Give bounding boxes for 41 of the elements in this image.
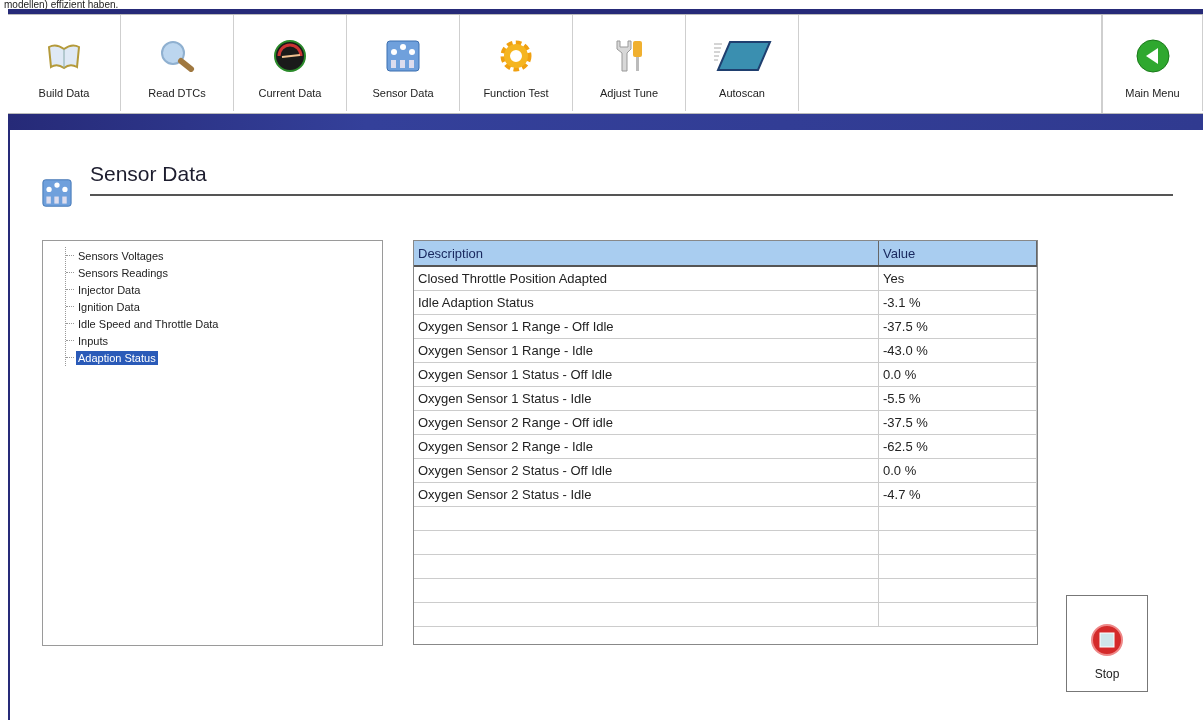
table-cell: 0.0 % — [878, 458, 1037, 482]
tree-item[interactable]: Inputs — [76, 333, 110, 348]
table-cell: Yes — [878, 266, 1037, 290]
table-cell: Oxygen Sensor 1 Range - Off Idle — [414, 314, 879, 338]
column-header: Description — [414, 241, 879, 266]
sensor-panel-icon — [386, 40, 420, 72]
table-cell: -3.1 % — [878, 290, 1037, 314]
caption-text: modellen) effizient haben. — [3, 0, 120, 9]
table-cell: Oxygen Sensor 2 Status - Off Idle — [414, 458, 879, 482]
tree-item[interactable]: Injector Data — [76, 282, 143, 297]
table-cell: 0.0 % — [878, 362, 1037, 386]
table-cell: -37.5 % — [878, 410, 1037, 434]
stop-icon — [1090, 623, 1124, 657]
table-cell: -62.5 % — [878, 434, 1037, 458]
table-cell: Oxygen Sensor 2 Range - Off idle — [414, 410, 879, 434]
table-cell: Oxygen Sensor 1 Range - Idle — [414, 338, 879, 362]
tree-item[interactable]: Sensors Readings — [76, 265, 170, 280]
tree-item[interactable]: Ignition Data — [76, 299, 142, 314]
tree-item[interactable]: Adaption Status — [76, 350, 158, 365]
table-cell: -43.0 % — [878, 338, 1037, 362]
gauge-icon — [274, 40, 306, 72]
table-cell: Idle Adaption Status — [414, 290, 879, 314]
gear-icon — [499, 39, 533, 73]
table-cell: -5.5 % — [878, 386, 1037, 410]
scan-panel-icon — [712, 40, 772, 72]
table-cell: Oxygen Sensor 1 Status - Off Idle — [414, 362, 879, 386]
magnifier-icon — [159, 40, 195, 72]
table-cell: Oxygen Sensor 1 Status - Idle — [414, 386, 879, 410]
table-cell: -4.7 % — [878, 482, 1037, 506]
stop-button[interactable]: Stop — [1066, 595, 1148, 692]
column-header: Value — [878, 241, 1037, 266]
wrench-screwdriver-icon — [614, 39, 644, 73]
table-cell: Oxygen Sensor 2 Status - Idle — [414, 482, 879, 506]
tree-item[interactable]: Sensors Voltages — [76, 248, 166, 263]
table-cell: Closed Throttle Position Adapted — [414, 266, 879, 290]
book-icon — [47, 41, 81, 71]
tree-item[interactable]: Idle Speed and Throttle Data — [76, 316, 221, 331]
sensor-panel-icon — [42, 178, 72, 208]
table-cell: Oxygen Sensor 2 Range - Idle — [414, 434, 879, 458]
table-cell: -37.5 % — [878, 314, 1037, 338]
page-title: Sensor Data — [90, 160, 1173, 196]
